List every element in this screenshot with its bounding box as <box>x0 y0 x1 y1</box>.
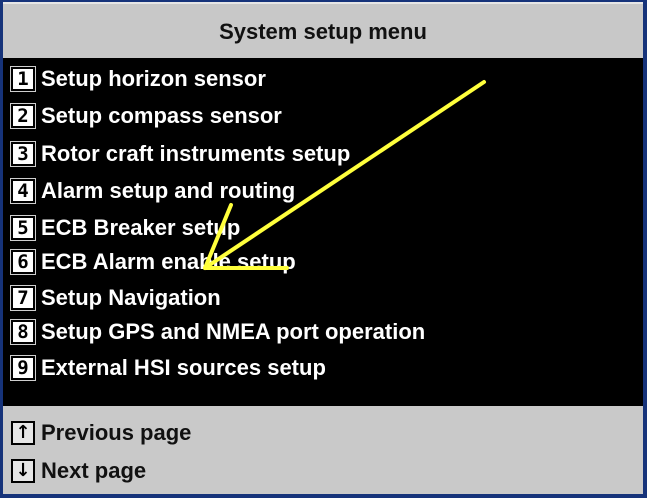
menu-item-external-hsi-sources[interactable]: 9 External HSI sources setup <box>10 351 326 385</box>
menu-item-label: Setup compass sensor <box>41 103 282 128</box>
next-page-button[interactable]: ↓ Next page <box>11 454 146 488</box>
arrow-down-icon: ↓ <box>11 459 35 483</box>
menu-item-label: Setup GPS and NMEA port operation <box>41 319 426 344</box>
menu-item-label: Rotor craft instruments setup <box>41 141 351 166</box>
menu-item-ecb-breaker-setup[interactable]: 5 ECB Breaker setup <box>10 211 241 245</box>
key-8-icon: 8 <box>10 319 36 345</box>
system-setup-window: System setup menu 1 Setup horizon sensor… <box>0 0 647 498</box>
menu-item-label: Setup Navigation <box>41 285 221 310</box>
menu-item-setup-navigation[interactable]: 7 Setup Navigation <box>10 281 221 315</box>
key-7-icon: 7 <box>10 285 36 311</box>
key-4-icon: 4 <box>10 178 36 204</box>
key-5-icon: 5 <box>10 215 36 241</box>
page-navigation: ↑ Previous page ↓ Next page <box>3 406 643 494</box>
menu-item-setup-horizon-sensor[interactable]: 1 Setup horizon sensor <box>10 62 266 96</box>
menu-item-label: Setup horizon sensor <box>41 66 266 91</box>
menu-item-label: Alarm setup and routing <box>41 178 296 203</box>
menu-item-ecb-alarm-enable-setup[interactable]: 6 ECB Alarm enable setup <box>10 245 296 279</box>
previous-page-label: Previous page <box>41 420 192 445</box>
menu-item-alarm-setup-routing[interactable]: 4 Alarm setup and routing <box>10 174 296 208</box>
window-title: System setup menu <box>3 2 643 58</box>
menu-item-label: External HSI sources setup <box>41 355 326 380</box>
key-1-icon: 1 <box>10 66 36 92</box>
key-2-icon: 2 <box>10 103 36 129</box>
menu-item-label: ECB Breaker setup <box>41 215 241 240</box>
previous-page-button[interactable]: ↑ Previous page <box>11 416 191 450</box>
menu-item-setup-gps-nmea[interactable]: 8 Setup GPS and NMEA port operation <box>10 315 426 349</box>
menu-item-label: ECB Alarm enable setup <box>41 249 296 274</box>
next-page-label: Next page <box>41 458 147 483</box>
key-3-icon: 3 <box>10 141 36 167</box>
menu-item-setup-compass-sensor[interactable]: 2 Setup compass sensor <box>10 99 282 133</box>
menu-list: 1 Setup horizon sensor 2 Setup compass s… <box>3 58 643 406</box>
arrow-up-icon: ↑ <box>11 421 35 445</box>
menu-item-rotor-craft-instruments[interactable]: 3 Rotor craft instruments setup <box>10 137 351 171</box>
key-6-icon: 6 <box>10 249 36 275</box>
key-9-icon: 9 <box>10 355 36 381</box>
